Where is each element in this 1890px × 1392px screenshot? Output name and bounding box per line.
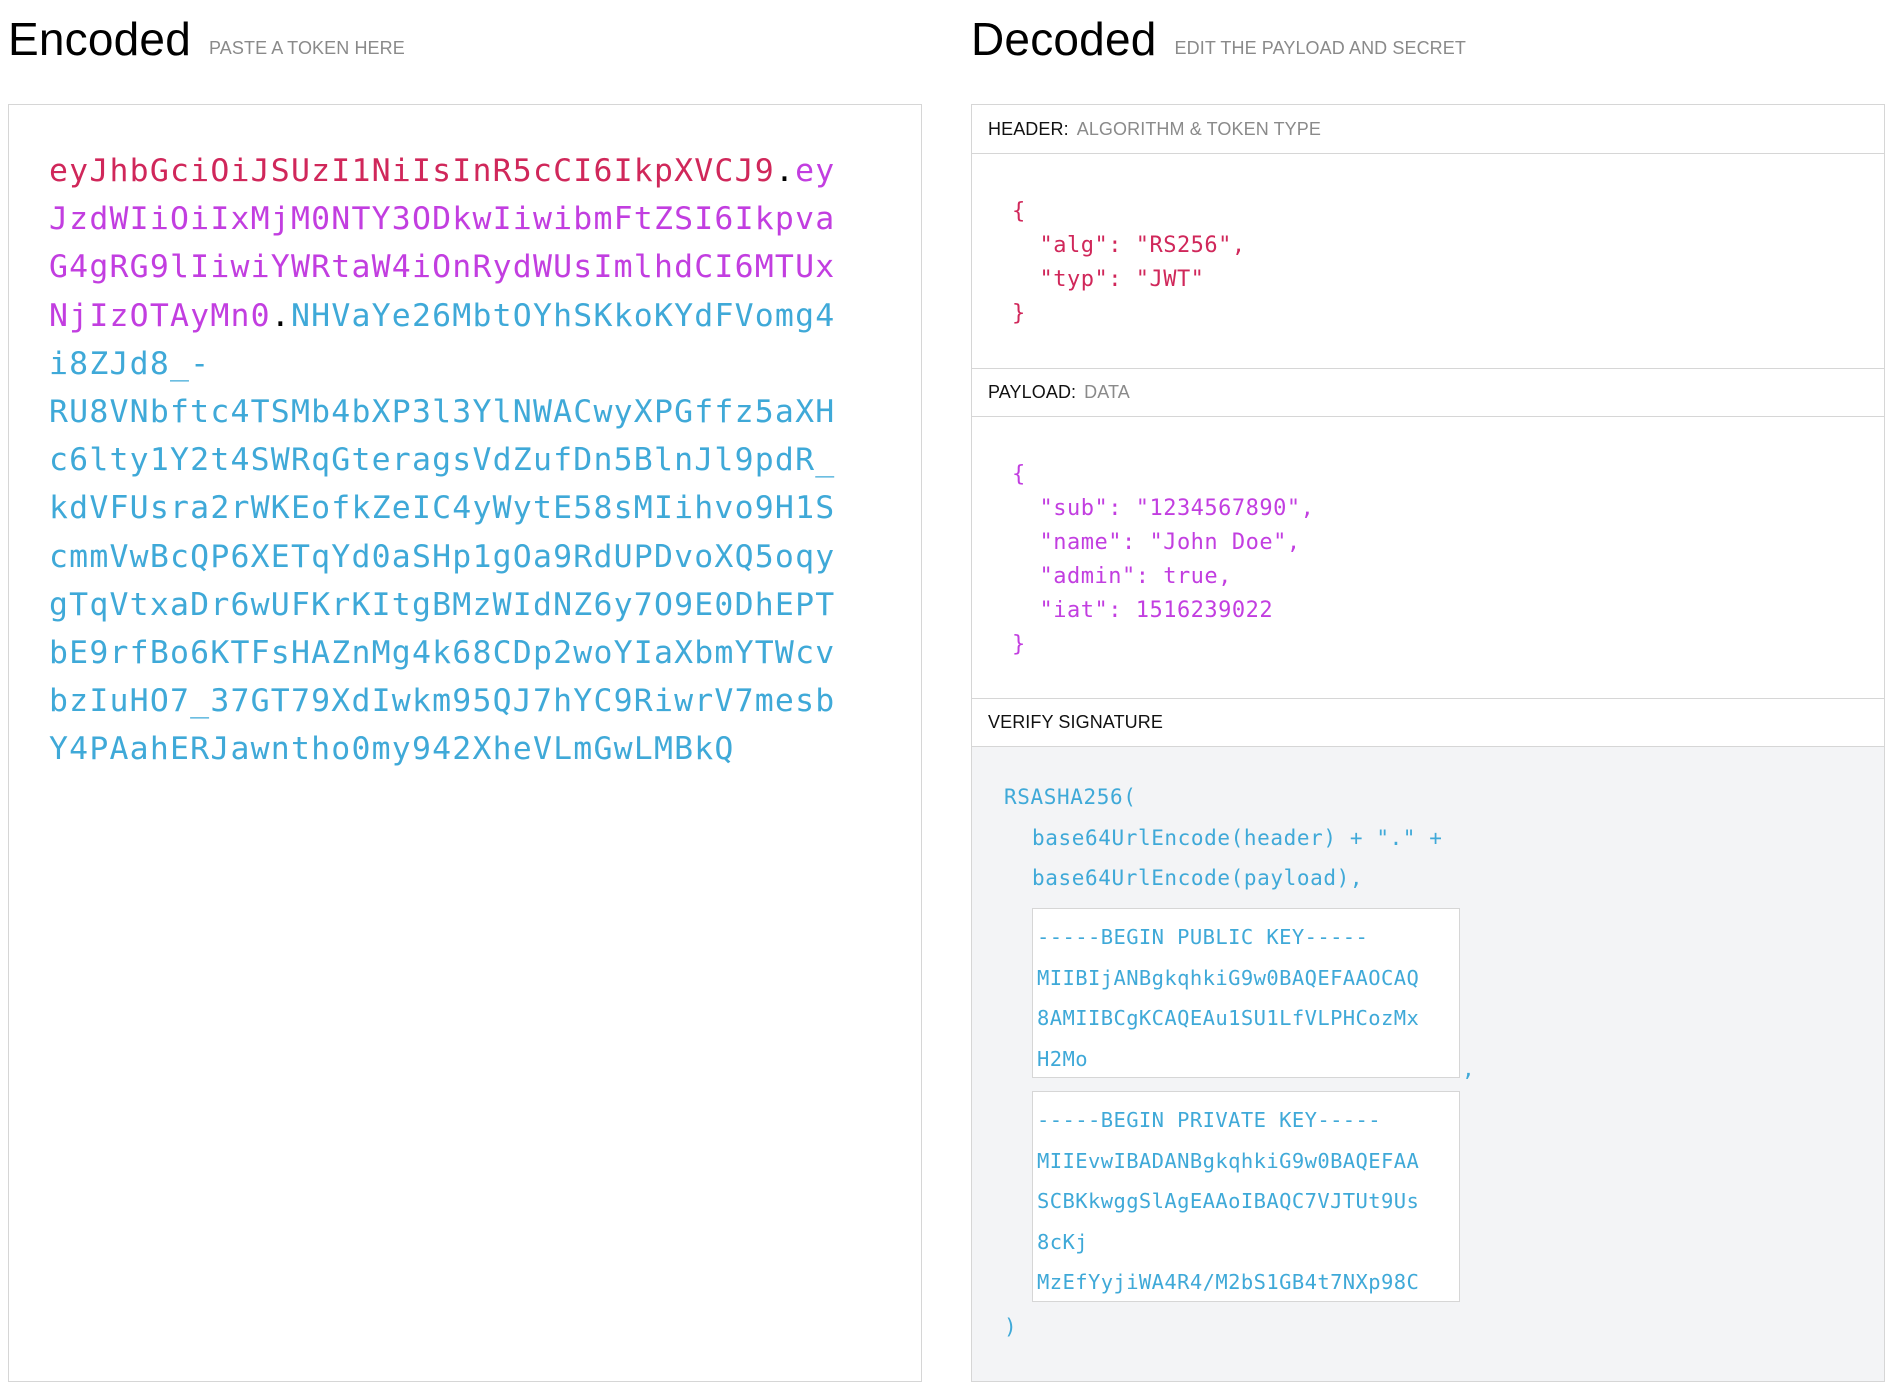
token-signature-segment: i8ZJd8_- (49, 345, 211, 382)
verify-section-label: VERIFY SIGNATURE (988, 712, 1163, 732)
token-header-segment: eyJhbGciOiJSUzI1NiIsInR5cCI6IkpXVCJ9 (49, 153, 775, 189)
token-signature-segment: NHVaYe26MbtOYhSKkoKYdFVomg4 (290, 297, 836, 334)
token-payload-segment: G4gRG9lIiwiYWRtaW4iOnRydWUsImlhdCI6MTUx (49, 249, 836, 286)
token-separator-dot: . (774, 153, 796, 189)
header-section-title: HEADER: ALGORITHM & TOKEN TYPE (972, 105, 1884, 154)
token-payload-segment: JzdWIiOiIxMjM0NTY3ODkwIiwibmFtZSI6Ikpva (49, 201, 836, 238)
verify-signature-area: RSASHA256( base64UrlEncode(header) + "."… (972, 747, 1884, 1381)
payload-json-editor[interactable]: { "sub": "1234567890", "name": "John Doe… (1012, 458, 1314, 662)
rsasha256-open: RSASHA256( (1004, 785, 1137, 809)
payload-section-label: PAYLOAD: (988, 382, 1077, 402)
public-key-input[interactable]: -----BEGIN PUBLIC KEY----- MIIBIjANBgkqh… (1032, 908, 1460, 1078)
encoded-heading-row: Encoded PASTE A TOKEN HERE (8, 0, 924, 104)
token-signature-segment: bzIuHO7_37GT79XdIwkm95QJ7hYC9RiwrV7mesb (49, 683, 836, 720)
decoded-title: Decoded (971, 13, 1157, 65)
public-key-comma: , (1462, 1057, 1476, 1081)
payload-section-sublabel: DATA (1084, 382, 1130, 402)
decoded-box: HEADER: ALGORITHM & TOKEN TYPE { "alg": … (971, 104, 1885, 1382)
encoded-panel: Encoded PASTE A TOKEN HERE eyJhbGciOiJSU… (8, 0, 924, 1382)
token-signature-segment: kdVFUsra2rWKEofkZeIC4yWytE58sMIihvo9H1S (49, 490, 836, 527)
payload-section-title: PAYLOAD: DATA (972, 368, 1884, 417)
header-json-editor[interactable]: { "alg": "RS256", "typ": "JWT" } (1012, 195, 1246, 331)
token-signature-segment: c6lty1Y2t4SWRqGteragsVdZufDn5BlnJl9pdR_ (49, 442, 836, 479)
token-separator-dot: . (270, 297, 291, 334)
token-signature-segment: Y4PAahERJawntho0my942XheVLmGwLMBkQ (49, 731, 735, 768)
signature-payload-line: base64UrlEncode(payload), (1032, 866, 1364, 890)
token-payload-segment: ey (795, 153, 836, 189)
encoded-title: Encoded (8, 13, 191, 65)
token-signature-segment: RU8VNbftc4TSMb4bXP3l3YlNWACwyXPGffz5aXH (49, 394, 836, 431)
token-payload-segment: NjIzOTAyMn0 (49, 297, 271, 334)
token-signature-segment: gTqVtxaDr6wUFKrKItgBMzWIdNZ6y7O9E0DhEPT (49, 586, 836, 623)
decoded-panel: Decoded EDIT THE PAYLOAD AND SECRET HEAD… (971, 0, 1885, 1382)
encoded-token-text[interactable]: eyJhbGciOiJSUzI1NiIsInR5cCI6IkpXVCJ9.ey … (49, 147, 834, 774)
private-key-input[interactable]: -----BEGIN PRIVATE KEY----- MIIEvwIBADAN… (1032, 1091, 1460, 1302)
header-section-label: HEADER: (988, 118, 1069, 139)
verify-section-title: VERIFY SIGNATURE (972, 698, 1884, 747)
encoded-subtitle: PASTE A TOKEN HERE (209, 38, 405, 58)
decoded-subtitle: EDIT THE PAYLOAD AND SECRET (1174, 38, 1466, 58)
signature-header-line: base64UrlEncode(header) + "." + (1032, 826, 1443, 850)
decoded-heading-row: Decoded EDIT THE PAYLOAD AND SECRET (971, 0, 1885, 104)
token-input[interactable]: eyJhbGciOiJSUzI1NiIsInR5cCI6IkpXVCJ9.ey … (8, 104, 922, 1382)
rsasha256-close: ) (1004, 1315, 1018, 1339)
header-section-sublabel: ALGORITHM & TOKEN TYPE (1076, 118, 1321, 139)
token-signature-segment: bE9rfBo6KTFsHAZnMg4k68CDp2woYIaXbmYTWcv (49, 635, 836, 672)
token-signature-segment: cmmVwBcQP6XETqYd0aSHp1gOa9RdUPDvoXQ5oqy (49, 538, 836, 575)
